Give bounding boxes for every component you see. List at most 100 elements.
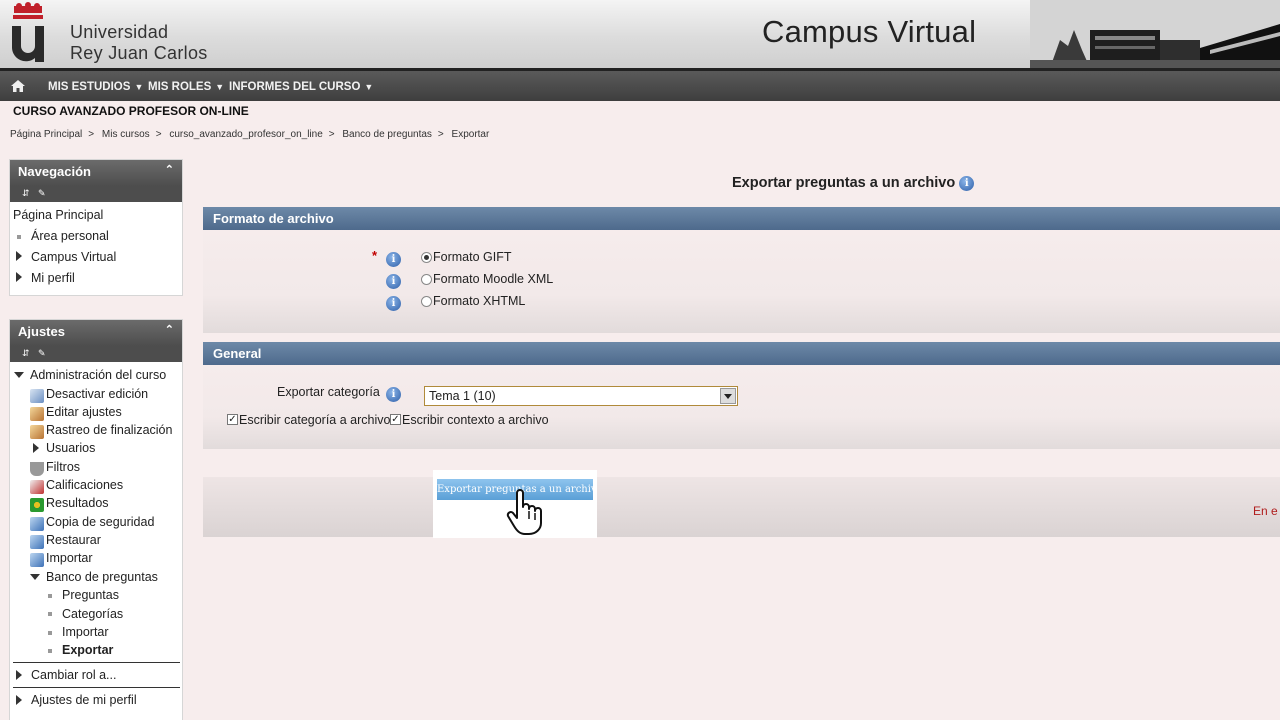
collapse-icon[interactable]: ⌃ xyxy=(165,323,174,336)
divider xyxy=(13,687,180,688)
nav-informes-del-curso[interactable]: INFORMES DEL CURSO ▼ xyxy=(229,81,373,93)
university-name-line1: Universidad xyxy=(70,22,169,42)
settings-item-rastreo[interactable]: Rastreo de finalización xyxy=(46,423,172,437)
home-icon[interactable] xyxy=(10,79,26,93)
breadcrumb-separator: > xyxy=(88,129,95,140)
building-banner-image xyxy=(1030,0,1280,68)
course-title: CURSO AVANZADO PROFESOR ON-LINE xyxy=(13,104,249,118)
settings-cambiar-rol[interactable]: Cambiar rol a... xyxy=(31,668,116,682)
truncated-link[interactable]: En e xyxy=(1253,504,1278,518)
settings-block-title: Ajustes xyxy=(18,324,65,339)
nav-mis-roles[interactable]: MIS ROLES ▼ xyxy=(148,81,224,93)
main-nav-bar: MIS ESTUDIOS ▼ MIS ROLES ▼ INFORMES DEL CU… xyxy=(0,68,1280,101)
info-icon[interactable]: i xyxy=(386,274,401,289)
breadcrumb-item[interactable]: Página Principal xyxy=(10,129,82,140)
pencil-icon xyxy=(30,389,44,403)
settings-item-copia-seguridad[interactable]: Copia de seguridad xyxy=(46,515,154,529)
collapse-arrow-icon[interactable] xyxy=(30,574,40,580)
settings-admin-curso[interactable]: Administración del curso xyxy=(30,368,166,382)
expand-arrow-icon[interactable] xyxy=(16,272,22,282)
breadcrumb-item[interactable]: curso_avanzado_profesor_on_line xyxy=(169,129,322,140)
info-icon[interactable]: i xyxy=(386,387,401,402)
expand-arrow-icon[interactable] xyxy=(33,443,39,453)
bullet-icon xyxy=(17,235,21,239)
checkbox-write-category[interactable]: ✓ xyxy=(227,414,238,425)
navigation-block-title: Navegación xyxy=(18,164,91,179)
university-name: Universidad Rey Juan Carlos xyxy=(70,22,208,64)
radio-label-xhtml[interactable]: Formato XHTML xyxy=(433,294,525,308)
settings-item-editar-ajustes[interactable]: Editar ajustes xyxy=(46,405,122,419)
category-label: Exportar categoría xyxy=(277,385,380,399)
button-row xyxy=(203,477,1280,537)
file-format-legend[interactable]: Formato de archivo xyxy=(203,207,1280,230)
general-legend[interactable]: General xyxy=(203,342,1280,365)
nav-item-campus-virtual[interactable]: Campus Virtual xyxy=(31,250,116,264)
nav-mis-estudios[interactable]: MIS ESTUDIOS ▼ xyxy=(48,81,143,93)
bullet-icon xyxy=(48,631,52,635)
settings-item-restaurar[interactable]: Restaurar xyxy=(46,533,101,547)
university-logo-icon[interactable] xyxy=(8,2,48,62)
university-name-line2: Rey Juan Carlos xyxy=(70,43,208,63)
expand-arrow-icon[interactable] xyxy=(16,670,22,680)
settings-item-importar[interactable]: Importar xyxy=(46,551,93,565)
radio-label-moodle-xml[interactable]: Formato Moodle XML xyxy=(433,272,553,286)
breadcrumb-separator: > xyxy=(437,129,444,140)
collapse-arrow-icon[interactable] xyxy=(14,372,24,378)
settings-item-desactivar-edicion[interactable]: Desactivar edición xyxy=(46,387,148,401)
page-title-text: Exportar preguntas a un archivo xyxy=(732,175,956,191)
nav-item-mi-perfil[interactable]: Mi perfil xyxy=(31,271,75,285)
backup-icon xyxy=(30,517,44,531)
bullet-icon xyxy=(48,594,52,598)
radio-formato-xhtml[interactable] xyxy=(421,296,432,307)
expand-arrow-icon[interactable] xyxy=(16,251,22,261)
nav-item-area-personal[interactable]: Área personal xyxy=(31,229,109,243)
breadcrumb-item-current: Exportar xyxy=(451,129,490,140)
settings-item-filtros[interactable]: Filtros xyxy=(46,460,80,474)
bullet-icon xyxy=(48,612,52,616)
chevron-down-icon: ▼ xyxy=(215,82,225,92)
navigation-block-header[interactable]: Navegación ⌃ xyxy=(10,160,182,186)
collapse-icon[interactable]: ⌃ xyxy=(165,163,174,176)
edit-icon[interactable]: ✎ xyxy=(38,348,46,359)
info-icon[interactable]: i xyxy=(386,252,401,267)
checkbox-label-write-context[interactable]: Escribir contexto a archivo xyxy=(402,413,549,427)
info-icon[interactable]: i xyxy=(386,296,401,311)
site-header: Universidad Rey Juan Carlos Campus Virtu… xyxy=(0,0,1280,68)
settings-block-header[interactable]: Ajustes ⌃ xyxy=(10,320,182,346)
restore-icon xyxy=(30,535,44,549)
grades-icon xyxy=(30,480,44,494)
category-select-value: Tema 1 (10) xyxy=(429,389,496,403)
outcomes-icon xyxy=(30,498,44,512)
breadcrumb-item[interactable]: Banco de preguntas xyxy=(342,129,432,140)
radio-formato-moodle-xml[interactable] xyxy=(421,274,432,285)
checkbox-write-context[interactable]: ✓ xyxy=(390,414,401,425)
edit-settings-icon xyxy=(30,407,44,421)
nav-informes-label: INFORMES DEL CURSO xyxy=(229,81,361,93)
radio-label-gift[interactable]: Formato GIFT xyxy=(433,250,511,264)
radio-formato-gift[interactable] xyxy=(421,252,432,263)
settings-item-usuarios[interactable]: Usuarios xyxy=(46,441,95,455)
bank-item-importar[interactable]: Importar xyxy=(62,625,109,639)
move-icon[interactable]: ⇵ xyxy=(22,188,30,199)
category-select[interactable]: Tema 1 (10) xyxy=(424,386,738,406)
required-mark: * xyxy=(372,248,378,263)
bank-item-preguntas[interactable]: Preguntas xyxy=(62,588,119,602)
chevron-down-icon: ▼ xyxy=(134,82,144,92)
bank-item-categorias[interactable]: Categorías xyxy=(62,607,123,621)
expand-arrow-icon[interactable] xyxy=(16,695,22,705)
settings-item-banco-preguntas[interactable]: Banco de preguntas xyxy=(46,570,158,584)
breadcrumb: Página Principal > Mis cursos > curso_avan… xyxy=(10,129,493,140)
chevron-down-icon: ▼ xyxy=(364,82,374,92)
breadcrumb-item[interactable]: Mis cursos xyxy=(102,129,150,140)
edit-icon[interactable]: ✎ xyxy=(38,188,46,199)
checkbox-label-write-category[interactable]: Escribir categoría a archivo xyxy=(239,413,390,427)
settings-item-calificaciones[interactable]: Calificaciones xyxy=(46,478,123,492)
info-icon[interactable]: i xyxy=(959,175,975,191)
settings-block-tools: ⇵ ✎ xyxy=(10,346,182,362)
settings-item-resultados[interactable]: Resultados xyxy=(46,496,109,510)
settings-ajustes-perfil[interactable]: Ajustes de mi perfil xyxy=(31,693,137,707)
move-icon[interactable]: ⇵ xyxy=(22,348,30,359)
nav-item-pagina-principal[interactable]: Página Principal xyxy=(13,208,103,222)
chevron-down-icon[interactable] xyxy=(720,388,736,404)
file-format-fieldset: Formato de archivo xyxy=(203,207,1280,333)
